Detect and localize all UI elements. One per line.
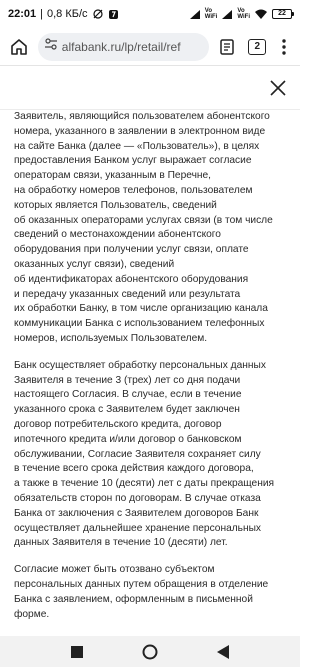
browser-menu-button[interactable] bbox=[274, 34, 294, 60]
text-line: которых является Пользователь, сведений bbox=[14, 199, 217, 211]
text-line: и передачу указанных сведений или резуль… bbox=[14, 288, 241, 300]
close-button[interactable] bbox=[268, 78, 288, 98]
text-line: осуществляет дальнейшее хранение персона… bbox=[14, 522, 262, 534]
consent-paragraph-2: Банк осуществляет обработку персональных… bbox=[14, 359, 288, 551]
network-speed: 0,8 КБ/с bbox=[47, 8, 88, 20]
text-line: номеров, используемых Пользователем. bbox=[14, 332, 208, 344]
consent-paragraph-1: Заявитель, являющийся пользователем абон… bbox=[14, 110, 288, 347]
text-line: предоставления Банком услуг выражает сог… bbox=[14, 155, 252, 167]
consent-text: Заявитель, являющийся пользователем абон… bbox=[0, 110, 300, 632]
text-line: персональных данных путем обращения в от… bbox=[14, 578, 269, 590]
text-line: на сайте Банка (далее — «Пользователь»),… bbox=[14, 140, 260, 152]
url-text[interactable]: alfabank.ru/lp/retail/ref bbox=[62, 40, 181, 54]
text-line: оказанных услуг связи), сведений bbox=[14, 258, 175, 270]
recents-button[interactable] bbox=[65, 640, 89, 664]
recents-icon bbox=[70, 645, 83, 658]
text-line: данных Заявителя в течение 10 (десяти) л… bbox=[14, 537, 228, 549]
system-navigation-bar bbox=[0, 636, 300, 667]
browser-toolbar: alfabank.ru/lp/retail/ref 2 bbox=[0, 28, 300, 66]
text-line: ипотечного кредита и/или договор о банко… bbox=[14, 433, 242, 445]
signal-icon bbox=[189, 9, 201, 20]
text-line: на обработку номеров телефонов, пользова… bbox=[14, 184, 253, 196]
text-line: Заявителя в течение 3 (трех) лет со дня … bbox=[14, 374, 241, 386]
signal-icon-2 bbox=[221, 9, 233, 20]
text-line: Согласие может быть отозвано субъектом bbox=[14, 564, 215, 576]
status-time: 22:01 bbox=[8, 8, 37, 20]
reader-mode-icon bbox=[220, 38, 235, 55]
home-nav-button[interactable] bbox=[138, 640, 162, 664]
status-bar: 22:01 | 0,8 КБ/с Vo WiFi Vo WiFi 22 bbox=[0, 0, 300, 28]
data-saver-icon bbox=[92, 8, 104, 20]
battery-indicator: 22 bbox=[272, 9, 294, 19]
text-line: об оказанных операторами услугах связи (… bbox=[14, 214, 273, 226]
text-line: обслуживании, Согласие Заявителя сохраня… bbox=[14, 448, 261, 460]
more-vert-icon bbox=[282, 38, 286, 55]
tab-switcher-button[interactable]: 2 bbox=[248, 38, 267, 55]
address-bar[interactable]: alfabank.ru/lp/retail/ref bbox=[37, 32, 209, 61]
text-line: настоящего Согласия. В случае, если в те… bbox=[14, 389, 242, 401]
volte-label-2: Vo WiFi bbox=[237, 8, 250, 20]
text-line: форме. bbox=[14, 608, 50, 620]
text-line: Заявитель, являющийся пользователем абон… bbox=[14, 111, 270, 122]
home-icon bbox=[11, 38, 27, 55]
text-line: коммуникации Банка с использованием теле… bbox=[14, 318, 265, 330]
close-icon bbox=[270, 80, 286, 96]
site-settings-icon[interactable] bbox=[44, 37, 58, 56]
text-line: номера, указанного в заявлении в электро… bbox=[14, 125, 266, 137]
text-line: а также в течение 10 (десяти) лет с даты… bbox=[14, 478, 275, 490]
text-line: в течение всего срока действия каждого д… bbox=[14, 463, 254, 475]
text-line: Банк осуществляет обработку персональных… bbox=[14, 359, 266, 371]
modal-header bbox=[0, 66, 300, 110]
notification-app-icon bbox=[108, 9, 119, 20]
back-button[interactable] bbox=[211, 640, 235, 664]
home-circle-icon bbox=[142, 644, 158, 659]
back-icon bbox=[217, 644, 230, 659]
text-line: обязательств сторон по договорам. В случ… bbox=[14, 492, 261, 504]
text-line: сведений о местонахождении абонентского bbox=[14, 229, 221, 241]
text-line: указанного срока с Заявителем будет закл… bbox=[14, 404, 240, 416]
text-line: операторам связи, указанным в Перечне, bbox=[14, 170, 211, 182]
text-line: Банка от заключения с Заявителем договор… bbox=[14, 507, 259, 519]
volte-label-1: Vo WiFi bbox=[204, 8, 218, 20]
reader-mode-button[interactable] bbox=[215, 34, 241, 60]
text-line: Банка с заявлением, оформленным в письме… bbox=[14, 593, 253, 605]
text-line: оборудования при получении услуг связи, … bbox=[14, 244, 249, 256]
text-line: их обработки Банку, в том числе организа… bbox=[14, 303, 268, 315]
consent-paragraph-3: Согласие может быть отозвано субъектом п… bbox=[14, 563, 288, 622]
text-line: об идентификаторах абонентского оборудов… bbox=[14, 273, 249, 285]
text-line: договор потребительского кредита, догово… bbox=[14, 418, 222, 430]
wifi-icon bbox=[254, 9, 268, 20]
status-left: 22:01 | 0,8 КБ/с bbox=[8, 8, 119, 20]
home-button[interactable] bbox=[6, 34, 32, 60]
status-right: Vo WiFi Vo WiFi 22 bbox=[189, 8, 294, 20]
status-separator: | bbox=[40, 8, 43, 20]
